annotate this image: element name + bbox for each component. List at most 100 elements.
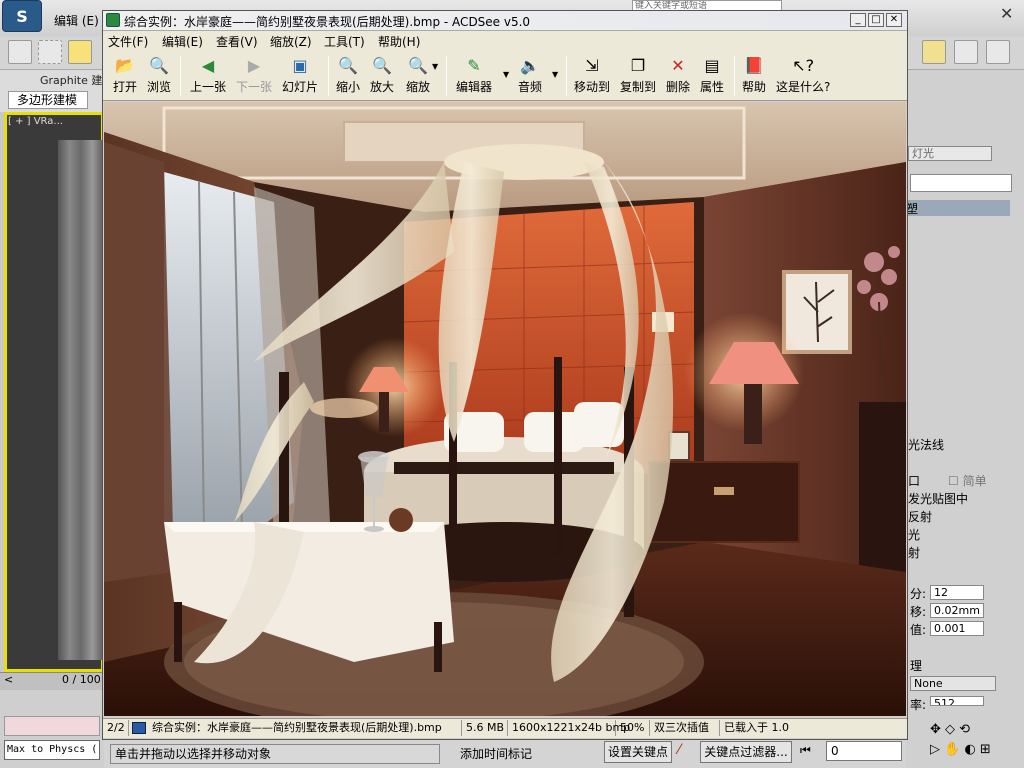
editor-button[interactable]: ✎ 编辑器 xyxy=(456,54,492,98)
help-label: 帮助 xyxy=(742,80,767,94)
maxscript-mini-listener[interactable]: Max to Physcs ( xyxy=(4,740,100,760)
max-app-logo-icon[interactable]: S xyxy=(2,0,42,32)
rp-rate-spinner[interactable]: 512 xyxy=(930,696,984,706)
render-frame-icon[interactable] xyxy=(954,40,978,64)
light-name-field[interactable]: 灯光 xyxy=(908,146,992,161)
prev-button[interactable]: ◀ 上一张 xyxy=(190,54,226,98)
whats-this-button[interactable]: ↖? 这是什么? xyxy=(776,54,830,98)
menu-edit[interactable]: 编辑(E) xyxy=(162,33,203,50)
viewport-curtain-render xyxy=(58,140,104,660)
menu-file[interactable]: 文件(F) xyxy=(108,33,148,50)
next-arrow-icon: ▶ xyxy=(247,55,261,75)
status-prompt-line: 单击并拖动以选择并移动对象 xyxy=(110,744,440,764)
delete-x-icon: ✕ xyxy=(671,55,685,75)
window-crossing-icon[interactable] xyxy=(68,40,92,64)
close-button[interactable]: ✕ xyxy=(886,13,902,27)
status-filesize: 5.6 MB xyxy=(462,720,508,736)
menu-tools[interactable]: 工具(T) xyxy=(324,33,365,50)
zoom-out-label: 缩小 xyxy=(336,80,361,94)
go-to-start-icon[interactable]: ⏮ xyxy=(800,743,811,758)
render-setup-icon[interactable] xyxy=(922,40,946,64)
slideshow-icon: ▣ xyxy=(292,55,308,75)
add-time-tag-button[interactable]: 添加时间标记 xyxy=(460,744,600,764)
max-menu-edit[interactable]: 编辑 (E) xyxy=(54,12,99,29)
status-load-time: 已载入于 1.0 xyxy=(724,721,789,734)
maxscript-listener-pink[interactable] xyxy=(4,716,100,736)
status-zoom: 50% xyxy=(616,720,650,736)
zoom-out-icon: 🔍 xyxy=(338,55,358,75)
minimize-button[interactable]: _ xyxy=(850,13,866,27)
zoom-label: 缩放 xyxy=(406,80,431,94)
zoom-out-button[interactable]: 🔍 缩小 xyxy=(336,54,360,98)
rp-rate-label: 率: xyxy=(910,698,927,712)
key-mode-icon[interactable]: ⁄ xyxy=(678,742,680,758)
zoom-button[interactable]: 🔍 缩放 xyxy=(406,54,430,98)
next-button[interactable]: ▶ 下一张 xyxy=(236,54,272,98)
audio-button[interactable]: 🔈 音频 xyxy=(518,54,542,98)
next-label: 下一张 xyxy=(236,80,273,94)
region-select-icon[interactable] xyxy=(38,40,62,64)
editor-brush-icon: ✎ xyxy=(467,55,481,75)
viewport-nav-icons[interactable]: ✥ ◇ ⟲ xyxy=(930,722,970,737)
max-close-icon[interactable]: ✕ xyxy=(1000,4,1013,23)
bedroom-render-image xyxy=(104,102,906,716)
delete-label: 删除 xyxy=(666,80,691,94)
acdsee-app-icon xyxy=(106,13,120,27)
rp-thresh-spinner[interactable]: 0.001 xyxy=(930,621,984,636)
prev-arrow-icon: ◀ xyxy=(201,55,215,75)
menu-zoom[interactable]: 缩放(Z) xyxy=(270,33,312,50)
menu-help[interactable]: 帮助(H) xyxy=(378,33,420,50)
toolbar-separator xyxy=(446,56,447,96)
audio-label: 音频 xyxy=(518,80,543,94)
category-dropdown[interactable] xyxy=(910,174,1012,192)
properties-label: 属性 xyxy=(700,80,725,94)
help-button[interactable]: 📕 帮助 xyxy=(742,54,766,98)
properties-button[interactable]: ▤ 属性 xyxy=(700,54,724,98)
copy-to-label: 复制到 xyxy=(620,80,657,94)
rp-seg-spinner[interactable]: 12 xyxy=(930,585,984,600)
whats-this-label: 这是什么? xyxy=(776,80,831,94)
rp-seg-label: 分: xyxy=(910,587,927,601)
browse-icon: 🔍 xyxy=(149,55,169,75)
time-slider-label: 0 / 100 xyxy=(62,673,101,686)
viewport-label[interactable]: [ + ] VRa... xyxy=(8,116,63,127)
delete-button[interactable]: ✕ 删除 xyxy=(666,54,690,98)
status-filename: 综合实例：水岸豪庭——简约别墅夜景表现(后期处理).bmp xyxy=(148,720,462,736)
move-to-button[interactable]: ⇲ 移动到 xyxy=(574,54,610,98)
key-filters-button[interactable]: 关键点过滤器... xyxy=(700,741,792,763)
object-type-selected[interactable]: 塑 xyxy=(906,200,1010,216)
rp-normals-label: 光法线 xyxy=(908,438,945,452)
image-viewer[interactable] xyxy=(104,102,906,716)
copy-to-button[interactable]: ❐ 复制到 xyxy=(620,54,656,98)
status-dimensions: 1600x1221x24b bmp xyxy=(508,720,630,736)
rp-row-2: 发光贴图中 xyxy=(908,492,969,506)
browse-button[interactable]: 🔍 浏览 xyxy=(147,54,171,98)
zoom-dropdown-icon[interactable]: ▼ xyxy=(432,62,438,71)
ribbon-tab-polygon-modeling[interactable]: 多边形建模 xyxy=(8,91,88,109)
status-index: 2/2 xyxy=(103,720,129,736)
rp-section-label: 理 xyxy=(910,659,923,673)
rp-row-3: 反射 xyxy=(908,510,933,524)
render-teapot-icon[interactable] xyxy=(986,40,1010,64)
rp-offset-label: 移: xyxy=(910,605,927,619)
open-button[interactable]: 📂 打开 xyxy=(113,54,137,98)
rp-simple-checkbox[interactable]: ☐ 简单 xyxy=(948,472,987,489)
menu-view[interactable]: 查看(V) xyxy=(216,33,258,50)
slideshow-button[interactable]: ▣ 幻灯片 xyxy=(282,54,318,98)
properties-icon: ▤ xyxy=(704,55,720,75)
move-to-icon: ⇲ xyxy=(585,55,599,75)
time-slider-left-arrow-icon[interactable]: < xyxy=(4,673,13,686)
set-key-button[interactable]: 设置关键点 xyxy=(604,741,672,763)
rp-offset-spinner[interactable]: 0.02mm xyxy=(930,603,984,618)
ribbon-tab-graphite[interactable]: Graphite 建 xyxy=(40,72,102,88)
rp-none-button[interactable]: None xyxy=(910,676,996,691)
maximize-button[interactable]: □ xyxy=(868,13,884,27)
editor-dropdown-icon[interactable]: ▼ xyxy=(503,70,509,79)
acdsee-title-text: 综合实例：水岸豪庭——简约别墅夜景表现(后期处理).bmp - ACDSee v… xyxy=(124,15,531,29)
current-frame-field[interactable]: 0 xyxy=(826,741,902,761)
select-icon[interactable] xyxy=(8,40,32,64)
rp-simple-label: 简单 xyxy=(962,474,987,488)
zoom-in-button[interactable]: 🔍 放大 xyxy=(370,54,394,98)
viewport-nav-icons-2[interactable]: ▷ ✋ ◐ ⊞ xyxy=(930,742,991,757)
audio-dropdown-icon[interactable]: ▼ xyxy=(552,70,558,79)
